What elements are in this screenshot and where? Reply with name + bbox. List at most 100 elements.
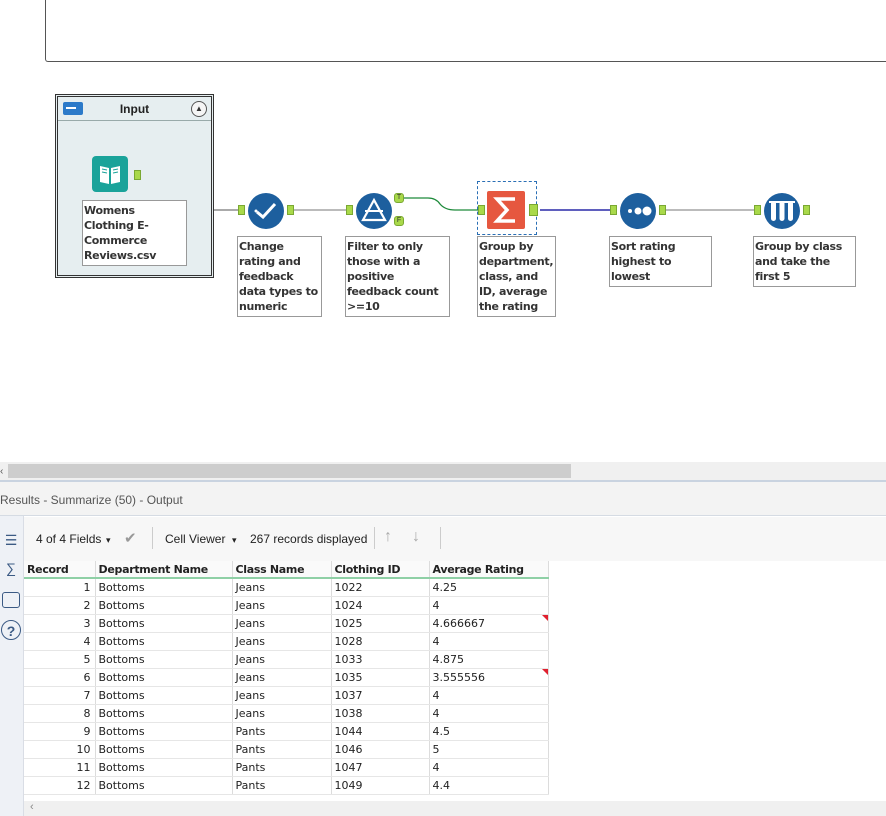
record-number[interactable]: 3 [24, 614, 96, 633]
results-grid[interactable]: Record Department Name Class Name Clothi… [24, 561, 886, 801]
table-cell[interactable]: Jeans [232, 632, 332, 651]
table-cell[interactable]: Bottoms [95, 740, 233, 759]
record-number[interactable]: 2 [24, 596, 96, 615]
table-cell[interactable]: Jeans [232, 686, 332, 705]
record-number[interactable]: 9 [24, 722, 96, 741]
arrow-up-icon[interactable]: ↑ [384, 528, 392, 546]
table-cell[interactable]: 1028 [331, 632, 430, 651]
table-row[interactable]: 4 Bottoms Jeans 1028 4 [24, 632, 549, 651]
grid-horizontal-scrollbar[interactable]: ‹ [24, 801, 886, 816]
input-output-anchor[interactable] [134, 170, 141, 180]
record-number[interactable]: 11 [24, 758, 96, 777]
column-header[interactable]: Department Name [95, 561, 233, 579]
select-tool[interactable] [247, 192, 285, 230]
table-cell[interactable]: Jeans [232, 614, 332, 633]
table-cell[interactable]: 1047 [331, 758, 430, 777]
table-cell[interactable]: Jeans [232, 668, 332, 687]
select-output-anchor[interactable] [287, 205, 294, 215]
summarize-output-anchor[interactable] [529, 204, 538, 216]
table-cell[interactable]: Bottoms [95, 668, 233, 687]
table-cell[interactable]: Jeans [232, 704, 332, 723]
table-row[interactable]: 8 Bottoms Jeans 1038 4 [24, 704, 549, 723]
table-cell[interactable]: 3.555556 [429, 668, 549, 687]
table-view-icon[interactable]: ☰ [1, 530, 21, 550]
table-cell[interactable]: 4.25 [429, 578, 549, 597]
table-cell[interactable]: 1038 [331, 704, 430, 723]
table-cell[interactable]: 1024 [331, 596, 430, 615]
record-number[interactable]: 12 [24, 776, 96, 795]
table-row[interactable]: 7 Bottoms Jeans 1037 4 [24, 686, 549, 705]
scrollbar-thumb[interactable] [8, 464, 571, 478]
table-cell[interactable]: Pants [232, 740, 332, 759]
record-number[interactable]: 5 [24, 650, 96, 669]
table-cell[interactable]: 1025 [331, 614, 430, 633]
filter-true-anchor[interactable]: T [394, 193, 404, 203]
table-cell[interactable]: 4.5 [429, 722, 549, 741]
sample-tool[interactable] [763, 192, 801, 230]
checkmark-icon[interactable]: ✔ [124, 529, 137, 547]
table-cell[interactable]: Bottoms [95, 596, 233, 615]
record-number[interactable]: 4 [24, 632, 96, 651]
record-number[interactable]: 6 [24, 668, 96, 687]
table-cell[interactable]: Bottoms [95, 704, 233, 723]
table-cell[interactable]: 4.666667 [429, 614, 549, 633]
column-header[interactable]: Record [24, 561, 96, 579]
scroll-left-arrow-icon[interactable]: ‹ [0, 466, 3, 477]
table-cell[interactable]: 1022 [331, 578, 430, 597]
table-row[interactable]: 1 Bottoms Jeans 1022 4.25 [24, 578, 549, 597]
workflow-canvas[interactable]: Input ▲ Womens Clothing E-Commerce Revie… [0, 0, 886, 462]
table-row[interactable]: 9 Bottoms Pants 1044 4.5 [24, 722, 549, 741]
chevron-up-icon[interactable]: ▲ [191, 101, 207, 117]
sort-tool[interactable] [619, 192, 657, 230]
table-cell[interactable]: Bottoms [95, 722, 233, 741]
table-cell[interactable]: 4 [429, 596, 549, 615]
table-cell[interactable]: 1049 [331, 776, 430, 795]
record-number[interactable]: 10 [24, 740, 96, 759]
table-row[interactable]: 2 Bottoms Jeans 1024 4 [24, 596, 549, 615]
select-input-anchor[interactable] [238, 205, 245, 215]
table-cell[interactable]: 4 [429, 704, 549, 723]
annotation-box[interactable] [45, 0, 886, 62]
table-cell[interactable]: Jeans [232, 650, 332, 669]
table-cell[interactable]: Bottoms [95, 578, 233, 597]
filter-false-anchor[interactable]: F [394, 216, 404, 226]
table-cell[interactable]: Pants [232, 776, 332, 795]
table-cell[interactable]: 4.875 [429, 650, 549, 669]
table-row[interactable]: 5 Bottoms Jeans 1033 4.875 [24, 650, 549, 669]
table-cell[interactable]: Pants [232, 722, 332, 741]
fields-selector[interactable]: 4 of 4 Fields [36, 532, 101, 546]
table-row[interactable]: 3 Bottoms Jeans 1025 4.666667 [24, 614, 549, 633]
column-header[interactable]: Average Rating [429, 561, 549, 579]
input-data-tool[interactable] [92, 156, 128, 192]
table-cell[interactable]: 4 [429, 632, 549, 651]
table-row[interactable]: 6 Bottoms Jeans 1035 3.555556 [24, 668, 549, 687]
table-cell[interactable]: 1044 [331, 722, 430, 741]
filter-input-anchor[interactable] [346, 205, 353, 215]
table-cell[interactable]: 4 [429, 686, 549, 705]
table-cell[interactable]: 5 [429, 740, 549, 759]
table-row[interactable]: 11 Bottoms Pants 1047 4 [24, 758, 549, 777]
tag-icon[interactable] [2, 592, 20, 608]
filter-tool[interactable] [355, 192, 393, 230]
table-cell[interactable]: 1046 [331, 740, 430, 759]
sort-input-anchor[interactable] [610, 205, 617, 215]
cell-viewer-selector[interactable]: Cell Viewer [165, 532, 225, 546]
arrow-down-icon[interactable]: ↓ [412, 528, 420, 546]
sort-output-anchor[interactable] [659, 205, 666, 215]
column-header[interactable]: Class Name [232, 561, 332, 579]
viewer-dropdown-icon[interactable]: ▾ [232, 535, 237, 546]
table-cell[interactable]: Jeans [232, 596, 332, 615]
record-number[interactable]: 1 [24, 578, 96, 597]
table-cell[interactable]: 4.4 [429, 776, 549, 795]
table-cell[interactable]: Bottoms [95, 776, 233, 795]
table-cell[interactable]: 1033 [331, 650, 430, 669]
table-row[interactable]: 10 Bottoms Pants 1046 5 [24, 740, 549, 759]
scroll-left-arrow-icon[interactable]: ‹ [30, 801, 34, 813]
table-cell[interactable]: 1035 [331, 668, 430, 687]
table-cell[interactable]: 4 [429, 758, 549, 777]
record-number[interactable]: 7 [24, 686, 96, 705]
table-cell[interactable]: 1037 [331, 686, 430, 705]
sigma-view-icon[interactable]: ∑ [1, 558, 21, 578]
table-cell[interactable]: Jeans [232, 578, 332, 597]
record-number[interactable]: 8 [24, 704, 96, 723]
